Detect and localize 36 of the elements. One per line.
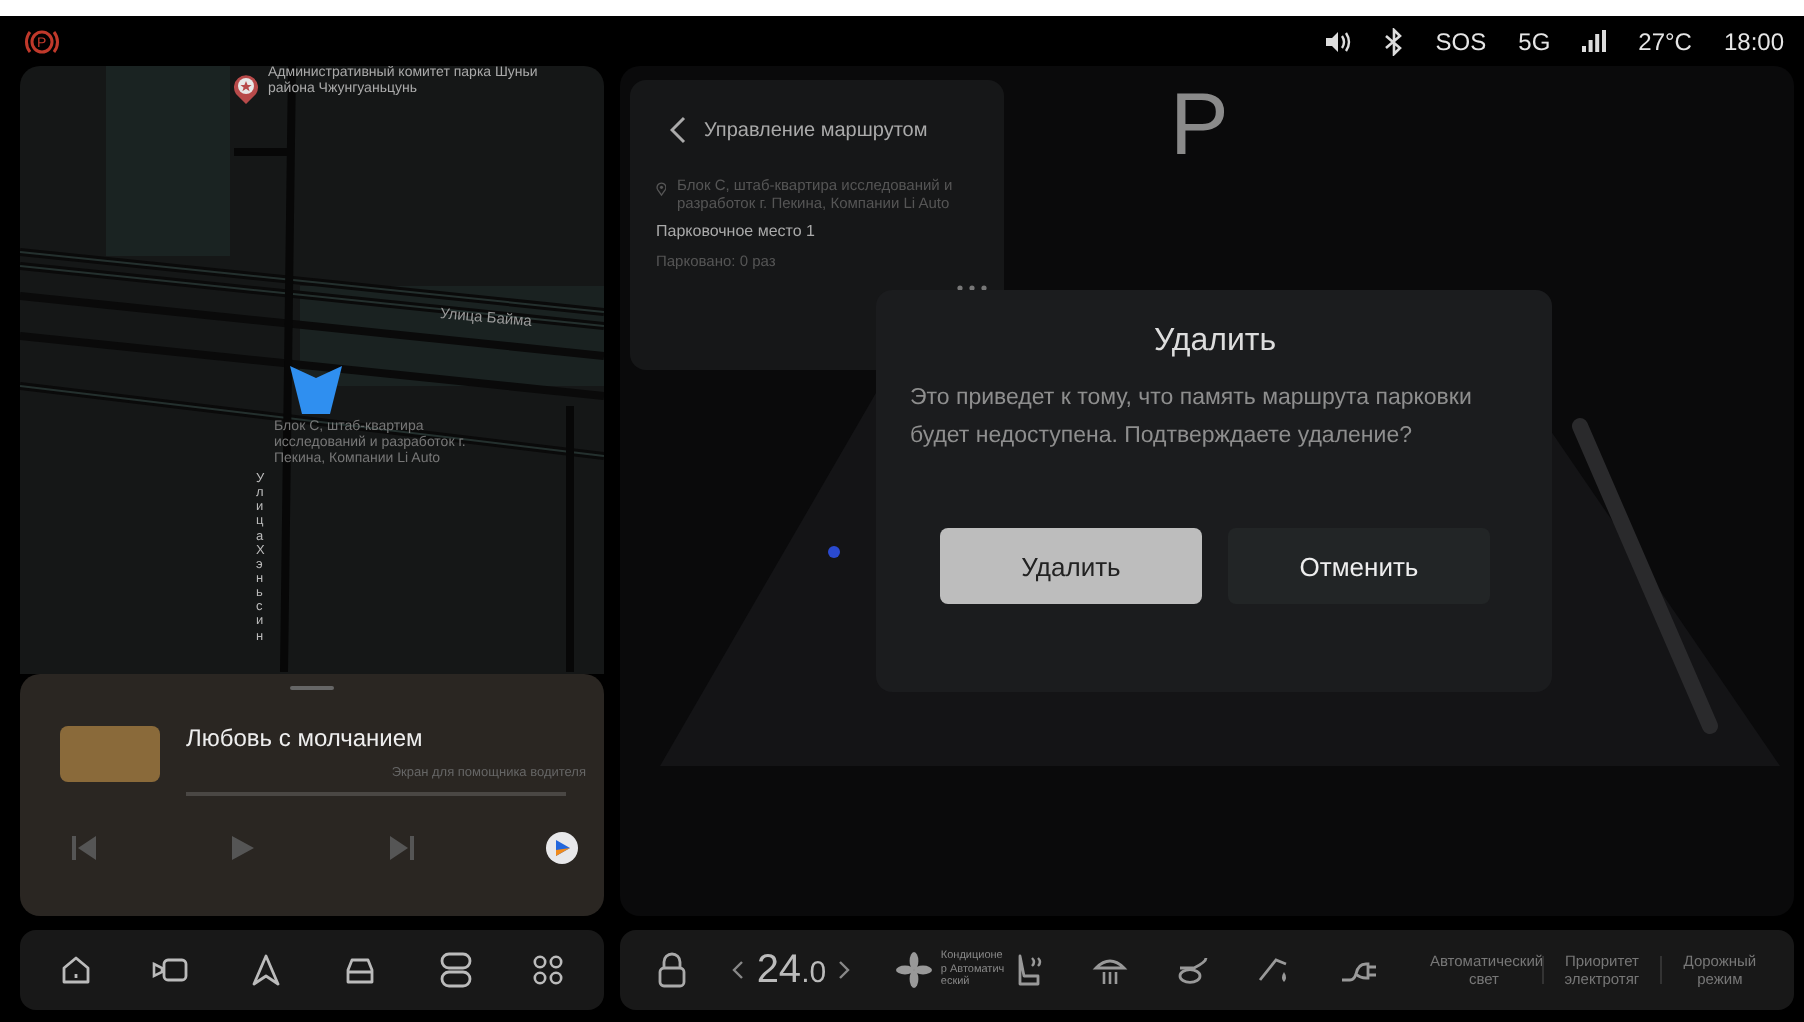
car-icon[interactable] — [342, 954, 379, 986]
navigation-icon[interactable] — [249, 954, 282, 986]
apps-icon[interactable] — [531, 954, 564, 986]
more-icon[interactable] — [956, 284, 988, 292]
location-pin-icon — [656, 176, 667, 202]
temperature-value: 24.0 — [756, 947, 827, 993]
home-icon[interactable] — [60, 954, 92, 986]
signal-icon — [1582, 30, 1607, 52]
volume-icon — [1323, 29, 1352, 53]
back-icon[interactable] — [670, 116, 686, 144]
cancel-button[interactable]: Отменить — [1228, 528, 1490, 604]
bluetooth-icon — [1383, 27, 1404, 55]
increase-icon[interactable] — [838, 960, 851, 980]
video-thumbnail-placeholder — [60, 726, 160, 782]
status-text: 27°C — [1638, 27, 1692, 55]
gear-indicator: P — [1170, 82, 1229, 170]
status-text: 18:00 — [1723, 27, 1784, 55]
drag-handle[interactable] — [290, 686, 334, 690]
defrost-icon[interactable] — [1091, 954, 1128, 986]
dialog-title: Удалить — [1151, 324, 1279, 360]
lock-icon[interactable] — [658, 952, 686, 988]
confirm-button[interactable]: Удалить — [940, 528, 1202, 604]
toggle-icon[interactable] — [439, 952, 472, 988]
fan-icon[interactable] — [896, 952, 933, 988]
camera-icon[interactable] — [152, 954, 189, 986]
app-logo-icon[interactable] — [545, 832, 578, 864]
vehicle-arrow-icon — [290, 366, 342, 414]
status-text: 5G — [1518, 27, 1551, 55]
status-text: SOS — [1435, 27, 1487, 55]
parking-slot-name: Парковочное место 1 — [656, 222, 817, 240]
route-title: Управление маршрутом — [704, 119, 928, 141]
dialog-message: Это приведет к тому, что память маршрута парковки будет недоступена. Подтверждаете удаление? — [910, 384, 1474, 452]
mirror-icon[interactable] — [1174, 954, 1211, 986]
decrease-icon[interactable] — [732, 960, 745, 980]
media-title: Любовь с молчанием — [186, 724, 425, 752]
star-pin-icon — [232, 74, 260, 106]
